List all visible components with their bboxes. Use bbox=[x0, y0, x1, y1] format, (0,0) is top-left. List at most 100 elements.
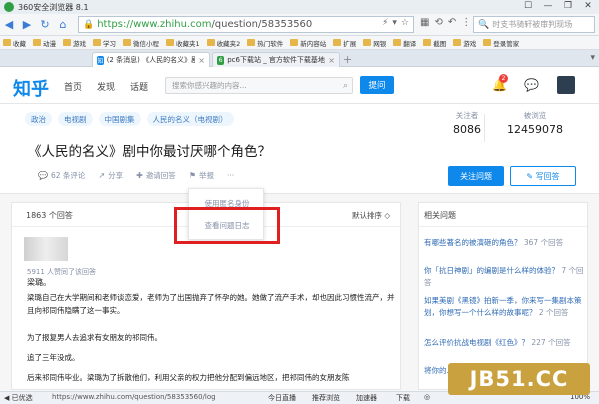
views-label: 被浏览 bbox=[523, 111, 547, 120]
bookmark-item[interactable]: 收藏夹1 bbox=[166, 38, 200, 48]
bookmark-item[interactable]: 新内容站 bbox=[290, 38, 326, 48]
topic-tag[interactable]: 政治 bbox=[25, 112, 52, 126]
refresh-icon[interactable]: ↻ bbox=[36, 16, 54, 34]
folder-icon bbox=[3, 39, 11, 46]
comment-icon: 💬 bbox=[38, 171, 48, 180]
nav-home[interactable]: 首页 bbox=[64, 80, 82, 93]
bookmark-item[interactable]: 动漫 bbox=[33, 38, 56, 48]
bookmark-item[interactable]: 热门软件 bbox=[247, 38, 283, 48]
tab-pc6[interactable]: 6 pc6下载站 _ 官方软件下载基地_最安... × bbox=[212, 52, 340, 67]
watermark-logo: JB51.CC bbox=[448, 363, 590, 395]
followers-count: 8086 bbox=[453, 123, 481, 136]
answer-paragraph: 后来祁同伟毕业。梁璐为了拆散他们，利用父亲的权力把他分配到偏远地区，把祁同伟的女… bbox=[27, 373, 350, 382]
invite-icon: ✚ bbox=[136, 171, 143, 180]
comments-button[interactable]: 💬 62 条评论 bbox=[38, 170, 85, 181]
notification-badge: 2 bbox=[499, 74, 508, 83]
folder-icon bbox=[290, 39, 299, 46]
topic-tag[interactable]: 中国剧集 bbox=[98, 112, 141, 126]
new-tab-button[interactable]: + bbox=[343, 53, 352, 66]
related-item[interactable]: 如果美剧《黑镜》拍新一季，你来写一集剧本策划，你想写一个什么样的故事呢？ 2 个… bbox=[424, 295, 584, 319]
bookmark-item[interactable]: 收藏 bbox=[3, 38, 26, 48]
nav-topics[interactable]: 话题 bbox=[130, 80, 148, 93]
bookmark-item[interactable]: 网银 bbox=[363, 38, 386, 48]
invite-button[interactable]: ✚ 邀请回答 bbox=[136, 170, 176, 181]
forward-icon[interactable]: ▶ bbox=[18, 16, 36, 34]
related-item[interactable]: 有哪些著名的被演砸的角色？ 367 个回答 bbox=[424, 237, 584, 249]
follow-question-button[interactable]: 关注问题 bbox=[448, 166, 504, 186]
close-button[interactable]: ✕ bbox=[581, 1, 595, 11]
key-icon bbox=[483, 39, 492, 46]
dropdown-arrow-icon[interactable]: ▾ bbox=[392, 18, 397, 28]
bookmark-item[interactable]: 游戏 bbox=[453, 38, 476, 48]
followers-stat[interactable]: 关注者 8086 bbox=[450, 110, 484, 136]
grid-icon[interactable]: ▦ bbox=[420, 17, 429, 28]
avatar[interactable] bbox=[557, 76, 575, 94]
browser-search-input[interactable]: 🔍 时支书骑轩被审判现场 bbox=[473, 16, 595, 33]
related-item[interactable]: 怎么评价抗战电视剧《红色》？ 227 个回答 bbox=[424, 337, 584, 349]
question-actions: 💬 62 条评论 ↗ 分享 ✚ 邀请回答 ⚑ 举报 ··· bbox=[38, 170, 247, 181]
star-icon[interactable]: ☆ bbox=[401, 18, 409, 28]
zhihu-logo[interactable]: 知乎 bbox=[13, 75, 49, 101]
topic-list: 政治 电视剧 中国剧集 人民的名义（电视剧） bbox=[25, 112, 234, 126]
bank-icon bbox=[363, 39, 372, 46]
minimize-button[interactable]: — bbox=[541, 1, 555, 11]
undo-icon[interactable]: ↶ bbox=[448, 17, 456, 28]
back-icon[interactable]: ◀ bbox=[0, 16, 18, 34]
topic-tag[interactable]: 电视剧 bbox=[58, 112, 93, 126]
chat-icon[interactable]: 💬 bbox=[524, 78, 539, 92]
flag-icon: ⚑ bbox=[188, 171, 196, 180]
views-stat: 被浏览 12459078 bbox=[500, 110, 570, 136]
bookmark-item[interactable]: 游戏 bbox=[63, 38, 86, 48]
bookmark-item[interactable]: 收藏夹2 bbox=[206, 38, 240, 48]
tab-close-icon[interactable]: × bbox=[198, 56, 205, 65]
lock-icon: 🔒 bbox=[83, 19, 95, 30]
search-icon[interactable]: ⌕ bbox=[343, 81, 348, 91]
menu-icon[interactable]: ⋮ bbox=[461, 17, 471, 28]
zhihu-search-input[interactable]: 搜索你感兴趣的内容... ⌕ bbox=[165, 77, 353, 94]
maximize-button[interactable]: ❐ bbox=[561, 1, 575, 11]
browser-logo-icon bbox=[4, 2, 14, 12]
extension-icon bbox=[333, 39, 342, 46]
ask-button[interactable]: 提问 bbox=[360, 76, 394, 94]
navigation-bar: ◀ ▶ ↻ ⌂ 🔒 https://www.zhihu.com/question… bbox=[0, 14, 599, 36]
more-button[interactable]: ··· bbox=[227, 171, 234, 180]
tab-close-icon[interactable]: × bbox=[328, 56, 335, 65]
related-item[interactable]: 你「抗日神剧」的编剧是什么样的体验？ 7 个回答 bbox=[424, 265, 584, 289]
bookmark-item[interactable]: 学习 bbox=[93, 38, 116, 48]
home-icon[interactable]: ⌂ bbox=[54, 16, 72, 34]
address-bar[interactable]: 🔒 https://www.zhihu.com/question/5835356… bbox=[78, 16, 414, 33]
bookmark-item[interactable]: 扩展 bbox=[333, 38, 356, 48]
question-title: 《人民的名义》剧中你最讨厌哪个角色？ bbox=[28, 144, 271, 160]
tab-title: pc6下载站 _ 官方软件下载基地_最安... bbox=[227, 56, 325, 64]
tab-zhihu[interactable]: 知 (2 条消息) 《人民的名义》剧中你最... × bbox=[92, 52, 210, 67]
report-button[interactable]: ⚑ 举报 bbox=[189, 170, 214, 181]
topic-tag[interactable]: 人民的名义（电视剧） bbox=[146, 112, 234, 126]
nav-explore[interactable]: 发现 bbox=[97, 80, 115, 93]
history-icon[interactable]: ⟲ bbox=[434, 17, 442, 28]
status-icon[interactable]: ◎ bbox=[424, 393, 430, 401]
status-download[interactable]: 下载 bbox=[396, 393, 410, 403]
related-questions-panel: 相关问题 有哪些著名的被演砸的角色？ 367 个回答 你「抗日神剧」的编剧是什么… bbox=[418, 202, 588, 390]
write-answer-button[interactable]: ✎ 写回答 bbox=[510, 166, 576, 186]
share-button[interactable]: ↗ 分享 bbox=[98, 170, 123, 181]
sort-dropdown[interactable]: 默认排序 ◇ bbox=[352, 210, 390, 221]
lightning-icon[interactable]: ⚡ bbox=[382, 18, 388, 28]
author-avatar[interactable] bbox=[24, 237, 68, 261]
address-url[interactable]: https://www.zhihu.com/question/58353560 bbox=[97, 19, 312, 30]
translate-icon bbox=[393, 39, 402, 46]
bookmark-item[interactable]: 微信小程 bbox=[123, 38, 159, 48]
status-live[interactable]: 今日直播 bbox=[268, 393, 296, 403]
bookmark-item[interactable]: 截图 bbox=[423, 38, 446, 48]
search-placeholder: 时支书骑轩被审判现场 bbox=[492, 20, 573, 29]
bookmark-item[interactable]: 登录管家 bbox=[483, 38, 519, 48]
tab-list-icon[interactable]: ▾ bbox=[590, 53, 595, 63]
tab-strip: 知 (2 条消息) 《人民的名义》剧中你最... × 6 pc6下载站 _ 官方… bbox=[0, 50, 599, 67]
status-left[interactable]: ◀ 已优选 bbox=[4, 393, 33, 403]
bookmarks-bar: 收藏 动漫 游戏 学习 微信小程 收藏夹1 收藏夹2 热门软件 新内容站 扩展 … bbox=[0, 36, 599, 50]
status-accelerator[interactable]: 加速器 bbox=[356, 393, 377, 403]
status-recommend[interactable]: 推荐浏览 bbox=[312, 393, 340, 403]
bookmark-item[interactable]: 翻译 bbox=[393, 38, 416, 48]
restore-button[interactable]: ☐ bbox=[521, 1, 535, 11]
highlight-box bbox=[174, 207, 280, 244]
followers-label: 关注者 bbox=[455, 111, 479, 120]
